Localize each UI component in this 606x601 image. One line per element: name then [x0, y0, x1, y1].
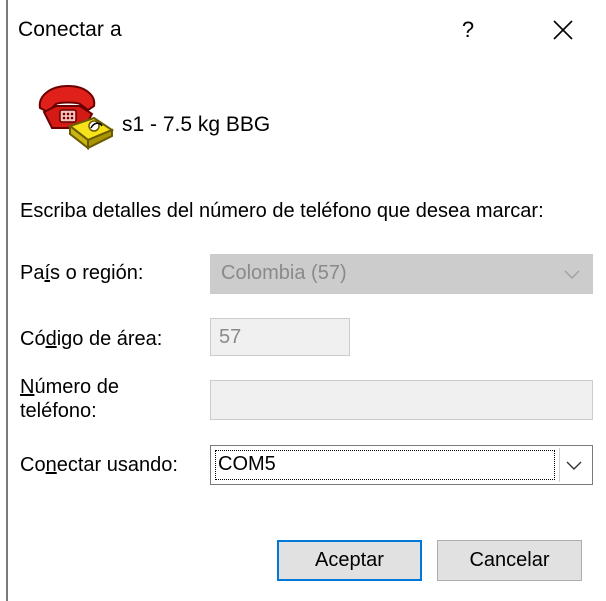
- window-border: [6, 0, 8, 601]
- country-label-pre: Pa: [20, 262, 45, 284]
- area-code-label-pre: Có: [20, 328, 46, 350]
- connect-to-dialog: Conectar a ? s1 - 7.5 kg BBG Escriba det…: [0, 0, 606, 601]
- phone-number-label: Número de teléfono:: [20, 375, 119, 423]
- cancel-button[interactable]: Cancelar: [437, 540, 582, 581]
- country-label: País o región:: [20, 262, 143, 285]
- chevron-down-icon: [564, 270, 580, 279]
- area-code-label-post: igo de área:: [56, 328, 163, 350]
- country-label-post: s o región:: [50, 262, 144, 284]
- connect-using-label-post: ectar usando:: [56, 454, 178, 476]
- dialog-title: Conectar a: [18, 18, 122, 41]
- connection-name: s1 - 7.5 kg BBG: [122, 113, 271, 136]
- connect-using-value: COM5: [218, 453, 276, 475]
- phone-number-label-accel: N: [20, 376, 35, 398]
- phone-number-label-line1: úmero de: [34, 376, 119, 398]
- phone-number-label-line2: teléfono:: [20, 400, 97, 422]
- connect-using-label-pre: Co: [20, 454, 46, 476]
- phone-number-input[interactable]: [210, 380, 593, 420]
- help-button[interactable]: ?: [452, 12, 484, 48]
- country-value: Colombia (57): [221, 262, 347, 284]
- combo-divider: [559, 448, 560, 482]
- connect-using-label-accel: n: [45, 454, 57, 476]
- close-button[interactable]: [545, 12, 581, 48]
- ok-button[interactable]: Aceptar: [277, 540, 422, 581]
- phone-modem-icon: [34, 78, 116, 151]
- area-code-label: Código de área:: [20, 328, 162, 351]
- connect-using-select[interactable]: COM5: [210, 445, 593, 485]
- area-code-label-accel: d: [45, 328, 57, 350]
- close-icon: [553, 20, 573, 40]
- connect-using-label: Conectar usando:: [20, 454, 178, 477]
- chevron-down-icon[interactable]: [566, 458, 582, 472]
- area-code-value: 57: [219, 326, 242, 348]
- instructions-text: Escriba detalles del número de teléfono …: [20, 200, 544, 222]
- country-select[interactable]: Colombia (57): [210, 254, 593, 294]
- area-code-input[interactable]: 57: [210, 318, 350, 356]
